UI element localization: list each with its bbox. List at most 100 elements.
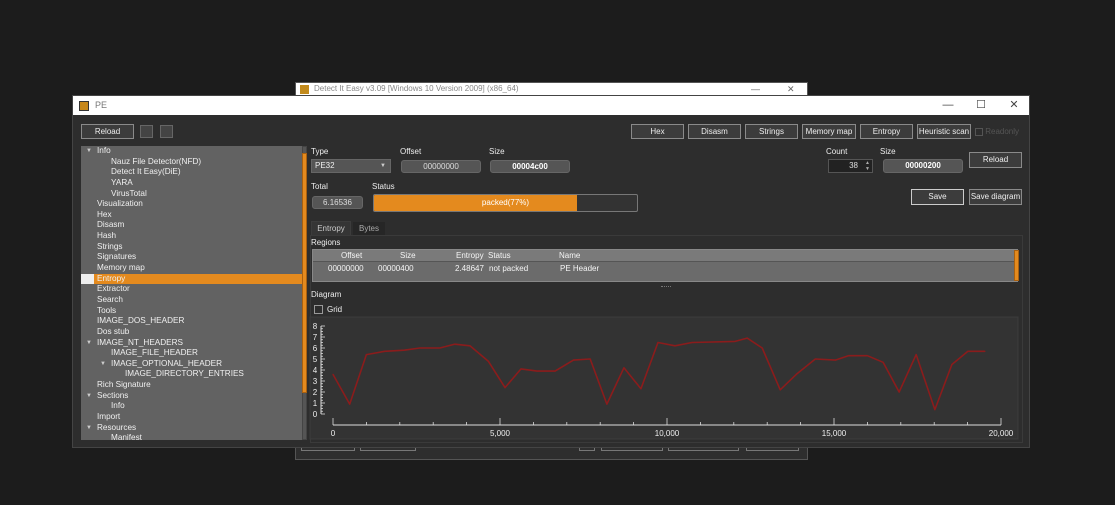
sidebar-item-strings[interactable]: Strings [81,242,305,253]
data-point [536,370,538,372]
background-window-title: Detect It Easy v3.09 [Windows 10 Version… [314,84,519,93]
block-size-field[interactable]: 00000200 [883,159,963,173]
sidebar-tree[interactable]: ▼ Info Nauz File Detector(NFD) Detect It Ea… [81,146,305,440]
sidebar-item-label: Strings [97,241,123,251]
expand-arrow-icon[interactable]: ▼ [86,146,92,157]
sidebar-item-image-nt-headers[interactable]: ▼ IMAGE_NT_HEADERS [81,338,305,349]
sidebar-item-visualization[interactable]: Visualization [81,199,305,210]
expand-arrow-icon[interactable]: ▼ [86,423,92,434]
sidebar-item-search[interactable]: Search [81,295,305,306]
data-point [674,345,676,347]
minimize-icon[interactable]: — [938,96,958,115]
column-header-name[interactable]: Name [559,250,580,262]
sidebar-item-label: Memory map [97,263,145,273]
x-tick-label: 10,000 [655,429,680,438]
splitter-handle[interactable] [661,286,671,287]
sidebar-item-label: Hex [97,209,112,219]
sidebar-item-sections[interactable]: ▼ Sections [81,391,305,402]
sidebar-item-detect-it-easy-die[interactable]: Detect It Easy(DiE) [81,167,305,178]
offset-field[interactable]: 00000000 [401,160,481,173]
sidebar-item-import[interactable]: Import [81,412,305,423]
y-tick-label: 5 [313,355,318,364]
minimize-icon[interactable]: — [751,83,760,95]
strings-button[interactable]: Strings [745,124,798,139]
sidebar-item-entropy[interactable]: Entropy [81,273,305,285]
app-icon [79,101,89,111]
grid-checkbox[interactable] [314,305,323,314]
toolbar-square-button-1[interactable] [140,125,153,138]
data-point [487,360,489,362]
sidebar-item-image-directory-entries[interactable]: IMAGE_DIRECTORY_ENTRIES [81,369,305,380]
data-point [847,355,849,357]
data-point [814,358,816,360]
y-tick-label: 7 [313,333,318,342]
data-point [439,347,441,349]
close-icon[interactable]: ✕ [787,83,795,95]
data-point [657,341,659,344]
entropy-reload-button[interactable]: Reload [969,152,1022,168]
data-point [504,387,506,389]
entropy-button[interactable]: Entropy [860,124,913,139]
column-header-offset[interactable]: Offset [341,250,362,262]
data-point [951,363,953,366]
data-point [691,341,693,344]
sidebar-item-virustotal[interactable]: VirusTotal [81,189,305,200]
readonly-checkbox[interactable]: Readonly [975,125,1025,138]
tab-entropy[interactable]: Entropy [311,221,351,235]
toolbar-square-button-2[interactable] [160,125,173,138]
sidebar-item-image-dos-header[interactable]: IMAGE_DOS_HEADER [81,316,305,327]
sidebar-item-yara[interactable]: YARA [81,178,305,189]
app-icon [300,85,309,94]
reload-button[interactable]: Reload [81,124,134,139]
regions-label: Regions [311,238,341,247]
heuristic-scan-button[interactable]: Heuristic scan [917,124,971,139]
data-point [606,403,608,405]
sidebar-item-extractor[interactable]: Extractor [81,284,305,295]
expand-arrow-icon[interactable]: ▼ [86,391,92,402]
regions-table[interactable]: Offset Size Entropy Status Name 00000000… [312,249,1019,282]
data-point [866,355,869,357]
save-diagram-button[interactable]: Save diagram [969,189,1022,205]
tab-bytes[interactable]: Bytes [353,222,385,236]
table-row[interactable]: 00000000 00000400 2.48647 not packed PE … [313,263,1017,275]
hex-button[interactable]: Hex [631,124,684,139]
data-point [572,359,575,361]
size-field[interactable]: 00004c00 [490,160,570,173]
sidebar-item-label: IMAGE_FILE_HEADER [111,348,198,358]
column-header-size[interactable]: Size [400,250,416,262]
sidebar-item-label: Extractor [97,284,130,294]
sidebar-item-memory-map[interactable]: Memory map [81,263,305,274]
cell-size: 00000400 [378,264,414,273]
sidebar-item-nauz-file-detector-nfd[interactable]: Nauz File Detector(NFD) [81,157,305,168]
sidebar-item-disasm[interactable]: Disasm [81,220,305,231]
save-button[interactable]: Save [911,189,964,205]
sidebar-item-tools[interactable]: Tools [81,306,305,317]
close-icon[interactable]: ✕ [1004,96,1024,115]
sidebar-item-info[interactable]: ▼ Info [81,146,305,157]
column-header-entropy[interactable]: Entropy [456,250,484,262]
type-select[interactable]: PE32 ▼ [311,159,391,173]
cell-entropy: 2.48647 [455,264,484,273]
memory-map-button[interactable]: Memory map [802,124,856,139]
sidebar-item-dos-stub[interactable]: Dos stub [81,327,305,338]
spin-arrows-icon[interactable]: ▲ ▼ [865,160,870,172]
data-point [967,350,969,352]
sidebar-item-hash[interactable]: Hash [81,231,305,242]
expand-arrow-icon[interactable]: ▼ [100,359,106,370]
maximize-icon[interactable]: ☐ [971,96,991,115]
type-label: Type [311,147,329,156]
sidebar-item-manifest[interactable]: Manifest [81,433,305,440]
sidebar-item-resources[interactable]: ▼ Resources [81,423,305,434]
table-scrollbar[interactable] [1014,250,1019,281]
expand-arrow-icon[interactable]: ▼ [86,338,92,349]
disasm-button[interactable]: Disasm [688,124,741,139]
sidebar-item-image-optional-header[interactable]: ▼ IMAGE_OPTIONAL_HEADER [81,359,305,370]
sidebar-item-image-file-header[interactable]: IMAGE_FILE_HEADER [81,348,305,359]
sidebar-item-info[interactable]: Info [81,401,305,412]
column-header-status[interactable]: Status [488,250,511,262]
sidebar-item-rich-signature[interactable]: Rich Signature [81,380,305,391]
count-spinbox[interactable]: 38 ▲ ▼ [828,159,873,173]
data-point [384,350,386,352]
sidebar-item-hex[interactable]: Hex [81,210,305,221]
sidebar-item-signatures[interactable]: Signatures [81,252,305,263]
